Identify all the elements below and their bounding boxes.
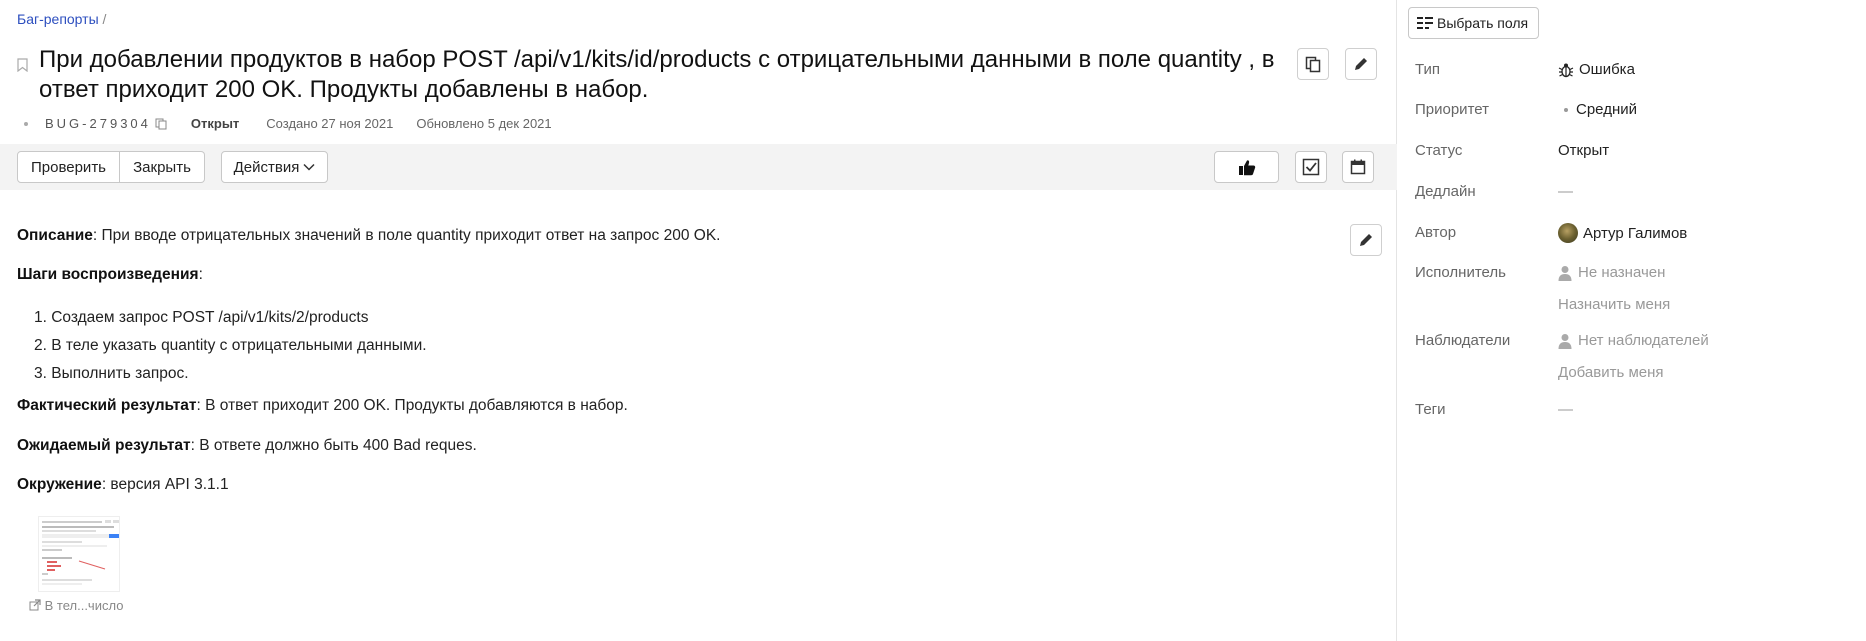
environment-paragraph: Окружение: версия API 3.1.1 (17, 475, 229, 495)
breadcrumb-separator: / (102, 11, 107, 27)
deadline-label: Дедлайн (1415, 183, 1476, 200)
issue-toolbar: Проверить Закрыть Действия (0, 144, 1397, 190)
env-text: : версия API 3.1.1 (101, 476, 229, 493)
expected-label: Ожидаемый результат (17, 437, 191, 454)
env-label: Окружение (17, 476, 102, 493)
watchers-value[interactable]: Нет наблюдателей (1558, 332, 1709, 349)
updated-date: Обновлено 5 дек 2021 (416, 116, 552, 131)
description-label: Описание (17, 227, 93, 244)
expected-result-paragraph: Ожидаемый результат: В ответе должно быт… (17, 436, 477, 456)
priority-label: Приоритет (1415, 101, 1489, 118)
deadline-value[interactable]: — (1558, 183, 1573, 200)
bookmark-icon[interactable] (17, 58, 28, 72)
check-button[interactable]: Проверить (17, 151, 120, 183)
bug-icon (1558, 63, 1574, 77)
type-value[interactable]: Ошибка (1558, 61, 1635, 78)
tags-value[interactable]: — (1558, 401, 1573, 418)
assignee-value[interactable]: Не назначен (1558, 264, 1665, 281)
avatar (1558, 223, 1578, 243)
chevron-down-icon (303, 163, 315, 171)
pencil-icon (1355, 58, 1367, 70)
author-value[interactable]: Артур Галимов (1558, 223, 1687, 243)
status-label: Статус (1415, 142, 1463, 159)
issue-meta: BUG-279304 Открыт Создано 27 ноя 2021 Об… (20, 116, 552, 131)
assignee-label: Исполнитель (1415, 264, 1506, 281)
calendar-icon (1350, 159, 1366, 175)
checkbox-icon (1302, 158, 1320, 176)
breadcrumb-link-bug-reports[interactable]: Баг-репорты (17, 11, 99, 27)
created-date: Создано 27 ноя 2021 (266, 116, 394, 131)
choose-fields-button[interactable]: Выбрать поля (1408, 7, 1540, 39)
list-item: 3. Выполнить запрос. (34, 365, 189, 382)
list-item: 1. Создаем запрос POST /api/v1/kits/2/pr… (34, 309, 369, 326)
assignee-value-text: Не назначен (1578, 264, 1666, 281)
attachment-name: В тел...число (44, 598, 124, 613)
actions-dropdown[interactable]: Действия (221, 151, 328, 183)
author-name: Артур Галимов (1583, 224, 1688, 242)
breadcrumb: Баг-репорты / (17, 11, 106, 27)
calendar-button[interactable] (1342, 151, 1374, 183)
edit-title-button[interactable] (1345, 48, 1377, 80)
checklist-button[interactable] (1295, 151, 1327, 183)
screenshot-preview-icon (39, 517, 119, 591)
fields-list-icon (1417, 17, 1433, 29)
expected-text: : В ответе должно быть 400 Bad reques. (190, 437, 477, 454)
person-icon (1558, 265, 1572, 281)
like-button[interactable] (1214, 151, 1279, 183)
actual-label: Фактический результат (17, 397, 197, 414)
priority-value[interactable]: Средний (1558, 101, 1637, 118)
description-paragraph: Описание: При вводе отрицательных значен… (17, 226, 720, 246)
copy-id-icon[interactable] (155, 118, 167, 130)
watchers-label: Наблюдатели (1415, 332, 1511, 349)
actual-result-paragraph: Фактический результат: В ответ приходит … (17, 396, 628, 416)
steps-suffix: : (198, 266, 203, 283)
priority-dot-icon (1564, 107, 1568, 112)
attachment-thumbnail[interactable] (38, 516, 120, 592)
status-badge: Открыт (190, 116, 240, 131)
copy-button[interactable] (1297, 48, 1329, 80)
tags-label: Теги (1415, 401, 1446, 418)
priority-value-text: Средний (1576, 101, 1637, 118)
attachment-caption[interactable]: В тел...число (29, 598, 123, 613)
status-value[interactable]: Открыт (1558, 142, 1609, 159)
type-value-text: Ошибка (1579, 61, 1635, 78)
assign-me-link[interactable]: Назначить меня (1558, 296, 1670, 313)
add-me-link[interactable]: Добавить меня (1558, 364, 1664, 381)
close-button[interactable]: Закрыть (120, 151, 205, 183)
issue-main-panel: Баг-репорты / При добавлении продуктов в… (0, 0, 1397, 641)
actions-label: Действия (233, 158, 300, 176)
meta-dot (24, 121, 28, 126)
list-item: 2. В теле указать quantity с отрицательн… (34, 337, 427, 354)
steps-label: Шаги воспроизведения (17, 266, 199, 283)
copy-icon (1305, 56, 1321, 72)
description-text: : При вводе отрицательных значений в пол… (92, 227, 721, 244)
pencil-icon (1360, 234, 1372, 246)
person-icon (1558, 333, 1572, 349)
steps-heading: Шаги воспроизведения: (17, 265, 203, 285)
issue-title: При добавлении продуктов в набор POST /a… (39, 46, 1275, 103)
steps-list: 1. Создаем запрос POST /api/v1/kits/2/pr… (34, 304, 427, 388)
thumbs-up-icon (1238, 159, 1255, 175)
external-link-icon (29, 599, 41, 611)
choose-fields-label: Выбрать поля (1437, 15, 1529, 31)
actual-text: : В ответ приходит 200 OK. Продукты доба… (196, 397, 628, 414)
edit-description-button[interactable] (1350, 224, 1382, 256)
watchers-value-text: Нет наблюдателей (1578, 332, 1709, 349)
type-label: Тип (1415, 61, 1441, 78)
author-label: Автор (1415, 224, 1457, 241)
issue-sidebar: Выбрать поля Тип Ошибка Приоритет Средни… (1398, 0, 1866, 641)
issue-id: BUG-279304 (45, 116, 151, 131)
